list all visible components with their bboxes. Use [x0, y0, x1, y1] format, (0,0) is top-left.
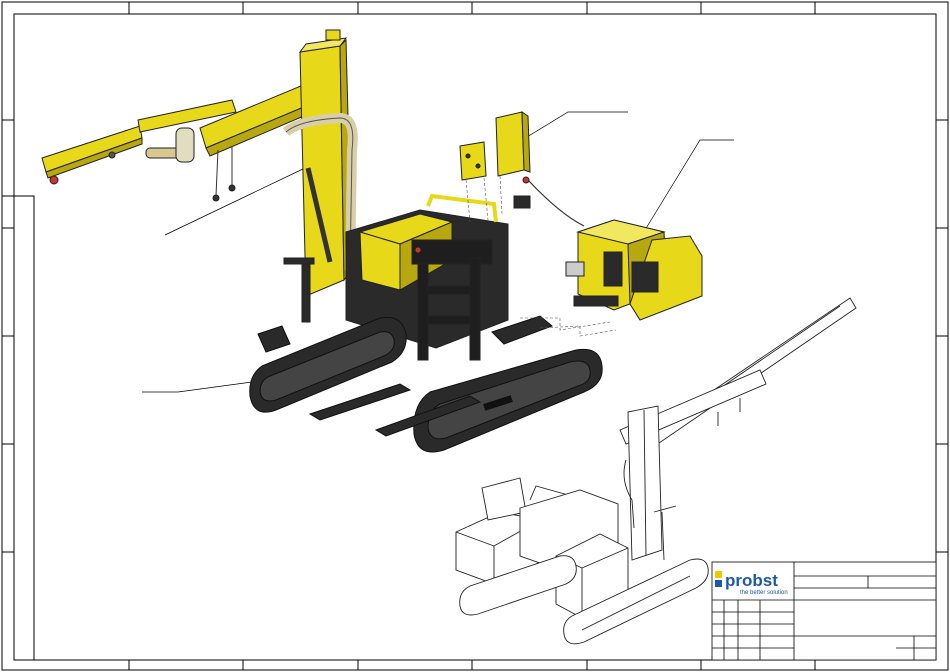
brand-tagline: the better solution	[740, 590, 788, 596]
drawing-sheet: probst the better solution	[0, 0, 950, 672]
logo-blue-square-icon	[715, 580, 722, 587]
control-box-exploded	[459, 111, 585, 227]
logo-yellow-square-icon	[715, 571, 722, 578]
technical-drawing: probst the better solution	[1, 1, 949, 671]
brand-name: probst	[725, 571, 778, 590]
crane-arm-assembly	[41, 29, 358, 323]
power-unit-exploded	[565, 219, 703, 321]
